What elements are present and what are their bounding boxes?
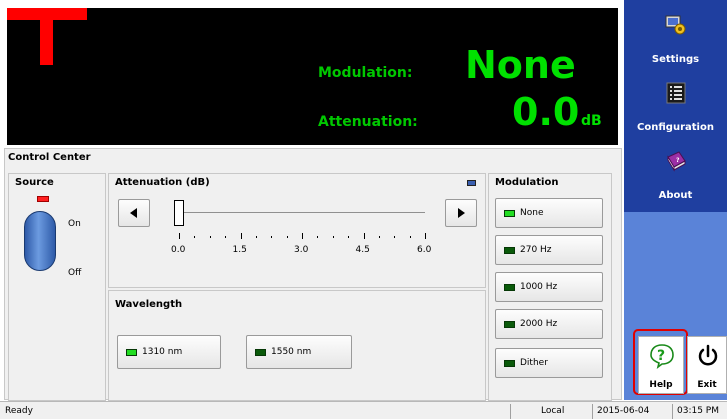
modulation-270hz-label: 270 Hz <box>520 245 552 255</box>
svg-text:?: ? <box>657 348 665 364</box>
configuration-label: Configuration <box>637 122 714 133</box>
status-mode: Local <box>510 404 590 419</box>
wavelength-1310-button[interactable]: 1310 nm <box>117 335 221 369</box>
modulation-label: Modulation: <box>318 65 413 81</box>
scale-minor-tick <box>317 236 319 238</box>
modulation-1000hz-led <box>504 284 515 291</box>
source-led <box>37 196 49 202</box>
modulation-1000hz-label: 1000 Hz <box>520 282 558 292</box>
wavelength-1550-led <box>255 349 266 356</box>
modulation-none-button[interactable]: None <box>495 198 603 228</box>
scale-major-tick <box>363 233 365 239</box>
scale-tick-label: 6.0 <box>417 245 432 255</box>
help-icon: ? <box>650 344 674 369</box>
attenuation-unit: dB <box>581 113 602 129</box>
configuration-icon <box>666 82 685 104</box>
attenuation-scale: 0.0 1.5 3.0 4.5 6.0 <box>109 174 487 289</box>
scale-minor-tick <box>394 236 396 238</box>
status-text: Ready <box>5 406 33 416</box>
about-button[interactable]: ? About <box>627 142 724 206</box>
exit-button[interactable]: Exit <box>687 336 727 394</box>
svg-text:?: ? <box>676 157 680 164</box>
scale-minor-tick <box>409 236 411 238</box>
scale-minor-tick <box>225 236 227 238</box>
wavelength-1550-label: 1550 nm <box>271 347 312 357</box>
scale-minor-tick <box>286 236 288 238</box>
modulation-270hz-button[interactable]: 270 Hz <box>495 235 603 265</box>
scale-minor-tick <box>209 236 211 238</box>
exit-label: Exit <box>697 380 717 390</box>
modulation-2000hz-button[interactable]: 2000 Hz <box>495 309 603 339</box>
scale-tick-label: 0.0 <box>171 245 186 255</box>
scale-minor-tick <box>255 236 257 238</box>
navigation-panel: Settings Configuration ? About ? Help Ex… <box>624 0 727 400</box>
modulation-dither-led <box>504 360 515 367</box>
logo-mark-stem <box>40 8 53 65</box>
scale-tick-label: 3.0 <box>294 245 309 255</box>
status-date: 2015-06-04 <box>592 404 670 419</box>
settings-label: Settings <box>651 54 700 65</box>
scale-major-tick <box>240 233 242 239</box>
scale-minor-tick <box>332 236 334 238</box>
scale-tick-label: 1.5 <box>232 245 247 255</box>
source-off-label: Off <box>68 268 82 278</box>
help-label: Help <box>649 380 673 390</box>
scale-minor-tick <box>348 236 350 238</box>
scale-minor-tick <box>271 236 273 238</box>
source-group: Source On Off <box>8 173 106 401</box>
modulation-group: Modulation None 270 Hz 1000 Hz 2000 Hz D… <box>488 173 612 401</box>
source-on-label: On <box>68 219 81 229</box>
scale-major-tick <box>425 233 426 239</box>
scale-major-tick <box>302 233 303 239</box>
attenuation-value: 0.0 <box>512 90 580 134</box>
source-toggle[interactable] <box>24 211 56 271</box>
settings-button[interactable]: Settings <box>627 6 724 70</box>
status-time: 03:15 PM <box>672 404 727 419</box>
wavelength-1310-label: 1310 nm <box>142 347 183 357</box>
scale-major-tick <box>179 233 180 239</box>
scale-minor-tick <box>194 236 196 238</box>
attenuation-label: Attenuation: <box>318 114 418 130</box>
modulation-none-label: None <box>520 208 544 218</box>
wavelength-title: Wavelength <box>115 299 183 310</box>
scale-minor-tick <box>378 236 380 238</box>
about-label: About <box>658 190 693 201</box>
modulation-2000hz-led <box>504 321 515 328</box>
book-icon: ? <box>666 151 686 172</box>
wavelength-1550-button[interactable]: 1550 nm <box>246 335 352 369</box>
status-bar: Ready Local 2015-06-04 03:15 PM <box>0 401 727 419</box>
wavelength-group: Wavelength 1310 nm 1550 nm <box>108 290 486 401</box>
modulation-dither-button[interactable]: Dither <box>495 348 603 378</box>
modulation-2000hz-label: 2000 Hz <box>520 319 558 329</box>
modulation-title: Modulation <box>495 177 559 188</box>
modulation-270hz-led <box>504 247 515 254</box>
modulation-dither-label: Dither <box>520 358 548 368</box>
power-icon <box>698 344 718 366</box>
settings-icon <box>665 15 685 35</box>
modulation-none-led <box>504 210 515 217</box>
control-center-title: Control Center <box>8 152 91 163</box>
modulation-1000hz-button[interactable]: 1000 Hz <box>495 272 603 302</box>
scale-tick-label: 4.5 <box>355 245 370 255</box>
configuration-button[interactable]: Configuration <box>627 74 724 138</box>
readout-display: Modulation: None Attenuation: 0.0 dB <box>7 8 618 145</box>
wavelength-1310-led <box>126 349 137 356</box>
source-title: Source <box>15 177 54 188</box>
modulation-value: None <box>465 43 576 87</box>
help-button[interactable]: ? Help <box>638 336 684 394</box>
attenuation-group: Attenuation (dB) 0.0 1.5 3.0 4.5 6.0 <box>108 173 486 288</box>
